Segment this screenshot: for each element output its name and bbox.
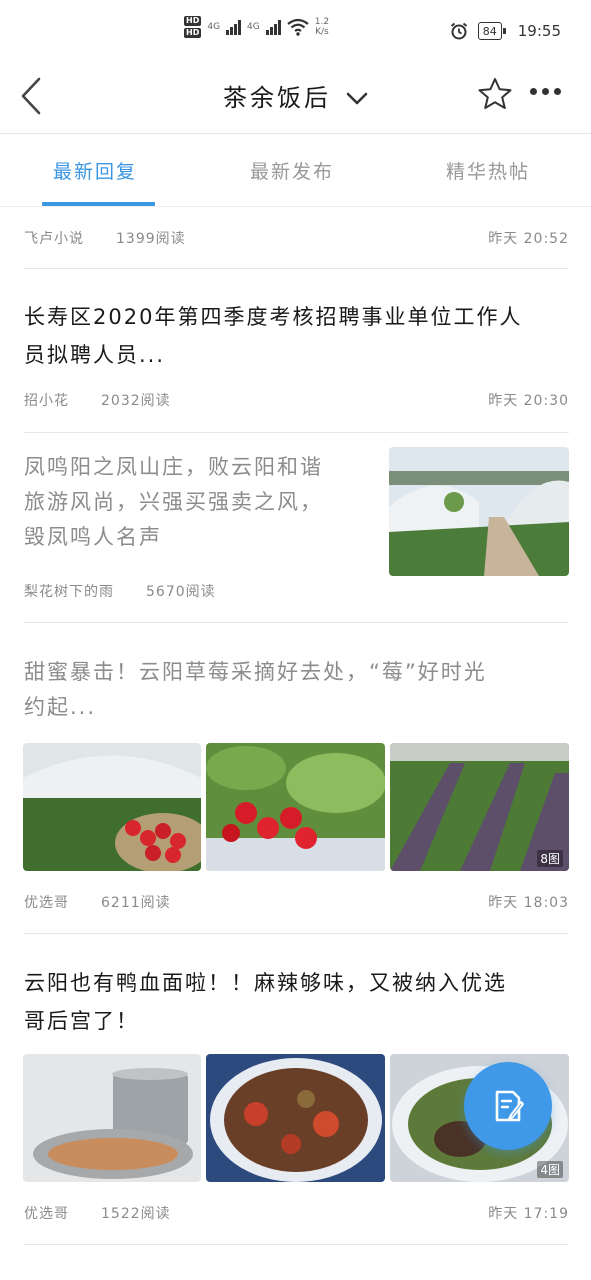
post-views: 6211阅读 [101,895,171,911]
network-type-1: 4G [207,22,221,32]
post-author: 招小花 [24,393,69,409]
post-title-line: 员拟聘人员... [24,343,166,367]
post-title: 长寿区2020年第四季度考核招聘事业单位工作人 员拟聘人员... [24,298,569,374]
wifi-icon [287,18,309,36]
more-button[interactable] [530,88,561,95]
status-right: 84 19:55 [450,22,561,40]
more-icon [554,88,561,95]
clock: 19:55 [517,22,561,40]
page-title: 茶余饭后 [222,84,331,112]
post-author: 优选哥 [24,895,69,911]
post-title: 凤鸣阳之凤山庄，败云阳和谐 旅游风尚，兴强买强卖之风， 毁凤鸣人名声 [24,450,359,555]
post-title-line: 凤鸣阳之凤山庄，败云阳和谐 [24,455,323,479]
post-title-line: 云阳也有鸭血面啦！！麻辣够味，又被纳入优选 [24,971,507,995]
tab-bar: 最新回复 最新发布 精华热帖 [0,135,591,207]
image-count-badge: 8图 [537,850,563,867]
post-item[interactable]: 云阳也有鸭血面啦！！麻辣够味，又被纳入优选 哥后宫了！ [24,964,569,1040]
post-title-line: 甜蜜暴击！云阳草莓采摘好去处，“莓”好时光 [24,660,487,684]
post-meta: 梨花树下的雨 5670阅读 [24,581,359,601]
divider [24,432,569,433]
star-icon [478,78,512,109]
speed-value: 1.2 [314,17,330,27]
post-meta[interactable]: 飞卢小说 1399阅读 昨天 20:52 [24,228,569,248]
hd-icon: HD HD [184,16,202,38]
post-title-line: 约起... [24,695,97,719]
post-thumbnail-greenhouse[interactable] [389,447,569,576]
post-meta: 招小花 2032阅读 昨天 20:30 [24,390,569,410]
post-views: 2032阅读 [101,393,171,409]
chevron-down-icon [346,92,368,104]
post-image-duck-dish[interactable] [206,1054,385,1182]
image-count-badge: 4图 [537,1161,563,1178]
battery-indicator: 84 [477,22,506,40]
more-icon [542,88,549,95]
post-views: 1522阅读 [101,1206,171,1222]
compose-post-button[interactable] [464,1062,552,1150]
post-time: 昨天 18:03 [488,895,569,911]
post-author: 飞卢小说 [24,231,84,247]
post-item[interactable]: 甜蜜暴击！云阳草莓采摘好去处，“莓”好时光 约起... [24,655,569,725]
post-views: 1399阅读 [116,231,186,247]
signal-icon [265,19,281,35]
post-item[interactable]: 长寿区2020年第四季度考核招聘事业单位工作人 员拟聘人员... [24,298,569,374]
post-image-strawberry-plant[interactable] [206,743,385,871]
alarm-icon [450,22,467,40]
post-image-strawberry-basket[interactable] [23,743,201,871]
post-title: 甜蜜暴击！云阳草莓采摘好去处，“莓”好时光 约起... [24,655,569,725]
tab-featured[interactable]: 精华热帖 [446,157,530,184]
post-title-line: 旅游风尚，兴强买强卖之风， [24,490,323,514]
divider [24,1244,569,1245]
status-left: HD HD 4G 4G 1.2 K/s [184,16,329,38]
post-image-strawberry-field[interactable]: 8图 [390,743,569,871]
network-speed: 1.2 K/s [315,17,329,37]
favorite-button[interactable] [476,76,514,116]
post-views: 5670阅读 [146,584,216,600]
tab-indicator [42,202,155,206]
more-icon [530,88,537,95]
nav-bar: 茶余饭后 [0,66,591,134]
post-time: 昨天 20:52 [488,231,569,247]
tab-latest-reply[interactable]: 最新回复 [53,157,137,184]
post-title-line: 毁凤鸣人名声 [24,525,162,549]
post-time: 昨天 17:19 [488,1206,569,1222]
post-time: 昨天 20:30 [488,393,569,409]
post-item[interactable]: 凤鸣阳之凤山庄，败云阳和谐 旅游风尚，兴强买强卖之风， 毁凤鸣人名声 [24,450,359,555]
post-title-line: 长寿区2020年第四季度考核招聘事业单位工作人 [24,305,523,329]
post-image-pot[interactable] [23,1054,201,1182]
post-title-line: 哥后宫了！ [24,1009,139,1033]
divider [24,622,569,623]
post-meta: 优选哥 1522阅读 昨天 17:19 [24,1203,569,1223]
network-type-2: 4G [247,22,260,32]
speed-unit: K/s [315,27,329,37]
post-title: 云阳也有鸭血面啦！！麻辣够味，又被纳入优选 哥后宫了！ [24,964,569,1040]
status-bar: HD HD 4G 4G 1.2 K/s 84 19:55 [0,0,591,66]
tab-latest-post[interactable]: 最新发布 [250,157,334,184]
divider [24,933,569,934]
edit-icon [495,1090,524,1122]
divider [24,268,569,269]
hd-label: HD [184,28,202,38]
signal-icon [226,19,242,35]
post-author: 优选哥 [24,1206,69,1222]
post-author: 梨花树下的雨 [24,584,114,600]
hd-label: HD [184,16,202,26]
post-meta: 优选哥 6211阅读 昨天 18:03 [24,892,569,912]
